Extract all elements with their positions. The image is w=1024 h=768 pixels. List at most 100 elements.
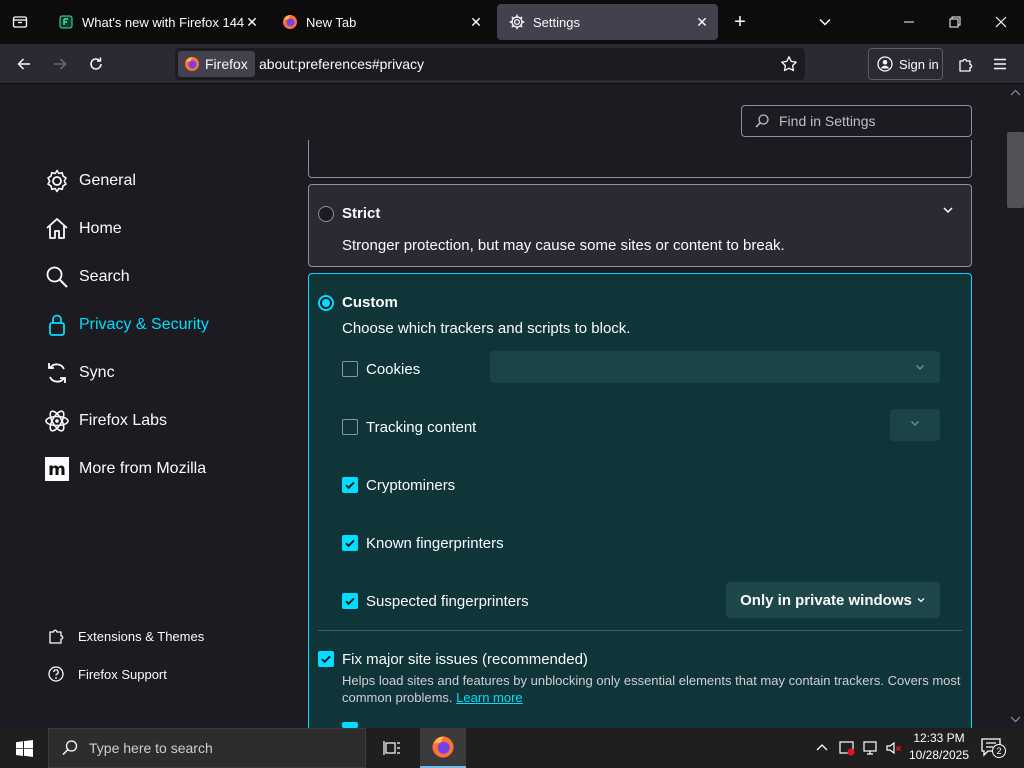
network-icon[interactable] [862, 739, 880, 762]
checkmark-icon [321, 655, 331, 664]
taskbar-clock[interactable]: 12:33 PM 10/28/2025 [904, 730, 974, 764]
firefox-logo-icon [185, 57, 199, 71]
firefox-support-link[interactable]: Firefox Support [46, 662, 167, 686]
minimize-button[interactable] [886, 0, 932, 44]
tracking-content-checkbox[interactable] [342, 419, 358, 435]
checkmark-icon [345, 597, 355, 606]
fix-site-issues-description: Helps load sites and features by unblock… [342, 672, 962, 706]
windows-taskbar: Type here to search 12:33 PM 10/28/2025 … [0, 728, 1024, 768]
navigation-toolbar: Firefox about:preferences#privacy Sign i… [0, 44, 1024, 84]
category-label: General [79, 172, 136, 189]
suspected-fingerprinters-checkbox[interactable] [342, 593, 358, 609]
chevron-down-icon[interactable] [941, 203, 955, 222]
category-label: More from Mozilla [79, 460, 207, 477]
scrollbar-thumb[interactable] [1007, 132, 1024, 208]
start-button[interactable] [0, 728, 48, 768]
custom-description: Choose which trackers and scripts to blo… [342, 320, 631, 337]
restore-icon [949, 16, 961, 28]
strict-title: Strict [342, 205, 381, 222]
firefox-view-button[interactable] [0, 0, 40, 44]
reload-button[interactable] [80, 48, 112, 80]
settings-page: Find in Settings General Home Search Pri… [0, 84, 1024, 728]
lock-icon [44, 312, 70, 338]
show-hidden-icons-chevron-icon[interactable] [814, 740, 830, 761]
cryptominers-checkbox[interactable] [342, 477, 358, 493]
category-privacy-security[interactable]: Privacy & Security [44, 307, 209, 343]
taskbar-firefox-button[interactable] [420, 728, 466, 768]
category-home[interactable]: Home [44, 211, 122, 247]
chevron-down-icon [909, 416, 921, 434]
url-text[interactable]: about:preferences#privacy [259, 56, 424, 72]
chevron-down-icon [917, 598, 925, 603]
identity-box[interactable]: Firefox [178, 51, 255, 77]
category-label: Privacy & Security [79, 316, 209, 333]
bookmark-star-button[interactable] [773, 48, 805, 80]
checkmark-icon [345, 539, 355, 548]
list-all-tabs-button[interactable] [803, 0, 847, 44]
suspected-fingerprinters-dropdown[interactable]: Only in private windows [726, 582, 940, 618]
hamburger-menu-icon [994, 58, 1006, 70]
search-icon [44, 264, 70, 290]
scroll-down-icon[interactable] [1007, 712, 1024, 726]
taskbar-search-box[interactable]: Type here to search [48, 728, 366, 768]
strict-description: Stronger protection, but may cause some … [342, 237, 785, 254]
category-more-from-mozilla[interactable]: m More from Mozilla [44, 451, 206, 487]
sign-in-button[interactable]: Sign in [868, 48, 943, 80]
tab-new-tab[interactable]: New Tab ✕ [270, 4, 492, 40]
firefox-whatsnew-icon [58, 14, 74, 30]
tab-whats-new[interactable]: What's new with Firefox 144 ✕ [46, 4, 268, 40]
notification-center-button[interactable]: 2 [980, 736, 1008, 760]
close-tab-icon[interactable]: ✕ [694, 14, 710, 30]
category-general[interactable]: General [44, 163, 136, 199]
cookies-checkbox[interactable] [342, 361, 358, 377]
category-label: Firefox Labs [79, 412, 168, 429]
strict-protection-card[interactable]: Strict Stronger protection, but may caus… [308, 184, 972, 267]
arrow-left-icon [17, 58, 30, 70]
cookies-dropdown[interactable] [490, 351, 940, 383]
scroll-up-icon[interactable] [1007, 86, 1024, 100]
plus-icon: + [734, 10, 746, 33]
tracking-content-dropdown[interactable] [890, 409, 940, 441]
custom-radio[interactable] [318, 295, 334, 311]
notification-count-badge: 2 [992, 744, 1006, 758]
category-firefox-labs[interactable]: Firefox Labs [44, 403, 167, 439]
footer-label: Extensions & Themes [78, 628, 205, 644]
task-view-button[interactable] [370, 728, 414, 768]
url-bar[interactable]: Firefox about:preferences#privacy [175, 48, 805, 80]
app-menu-button[interactable] [984, 48, 1016, 80]
forward-button[interactable] [44, 48, 76, 80]
known-fingerprinters-checkbox[interactable] [342, 535, 358, 551]
checkmark-icon [345, 481, 355, 490]
star-icon [781, 56, 797, 72]
fix-site-issues-checkbox[interactable] [318, 651, 334, 667]
search-icon [755, 114, 769, 128]
restore-button[interactable] [932, 0, 978, 44]
close-window-button[interactable] [978, 0, 1024, 44]
firefox-logo-icon [282, 14, 298, 30]
extensions-button[interactable] [949, 48, 981, 80]
category-label: Home [79, 220, 122, 237]
clock-time: 12:33 PM [913, 731, 965, 745]
volume-muted-icon[interactable] [885, 739, 903, 762]
category-sync[interactable]: Sync [44, 355, 115, 391]
strict-radio[interactable] [318, 206, 334, 222]
firefox-logo-icon [432, 736, 454, 758]
defender-icon[interactable] [838, 739, 856, 762]
home-icon [44, 216, 70, 242]
sign-in-label: Sign in [899, 56, 939, 72]
extensions-themes-link[interactable]: Extensions & Themes [46, 624, 204, 648]
new-tab-button[interactable]: + [718, 0, 762, 44]
known-fingerprinters-label: Known fingerprinters [366, 535, 504, 552]
find-in-settings-input[interactable]: Find in Settings [741, 105, 972, 137]
minimize-icon [904, 21, 914, 23]
learn-more-link[interactable]: Learn more [456, 690, 522, 705]
custom-title: Custom [342, 294, 398, 311]
back-button[interactable] [8, 48, 40, 80]
close-tab-icon[interactable]: ✕ [468, 14, 484, 30]
tab-settings[interactable]: Settings ✕ [497, 4, 718, 40]
category-search[interactable]: Search [44, 259, 130, 295]
footer-label: Firefox Support [78, 666, 167, 682]
taskbar-search-placeholder: Type here to search [89, 740, 213, 756]
close-tab-icon[interactable]: ✕ [244, 14, 260, 30]
dropdown-value: Only in private windows [740, 591, 912, 609]
